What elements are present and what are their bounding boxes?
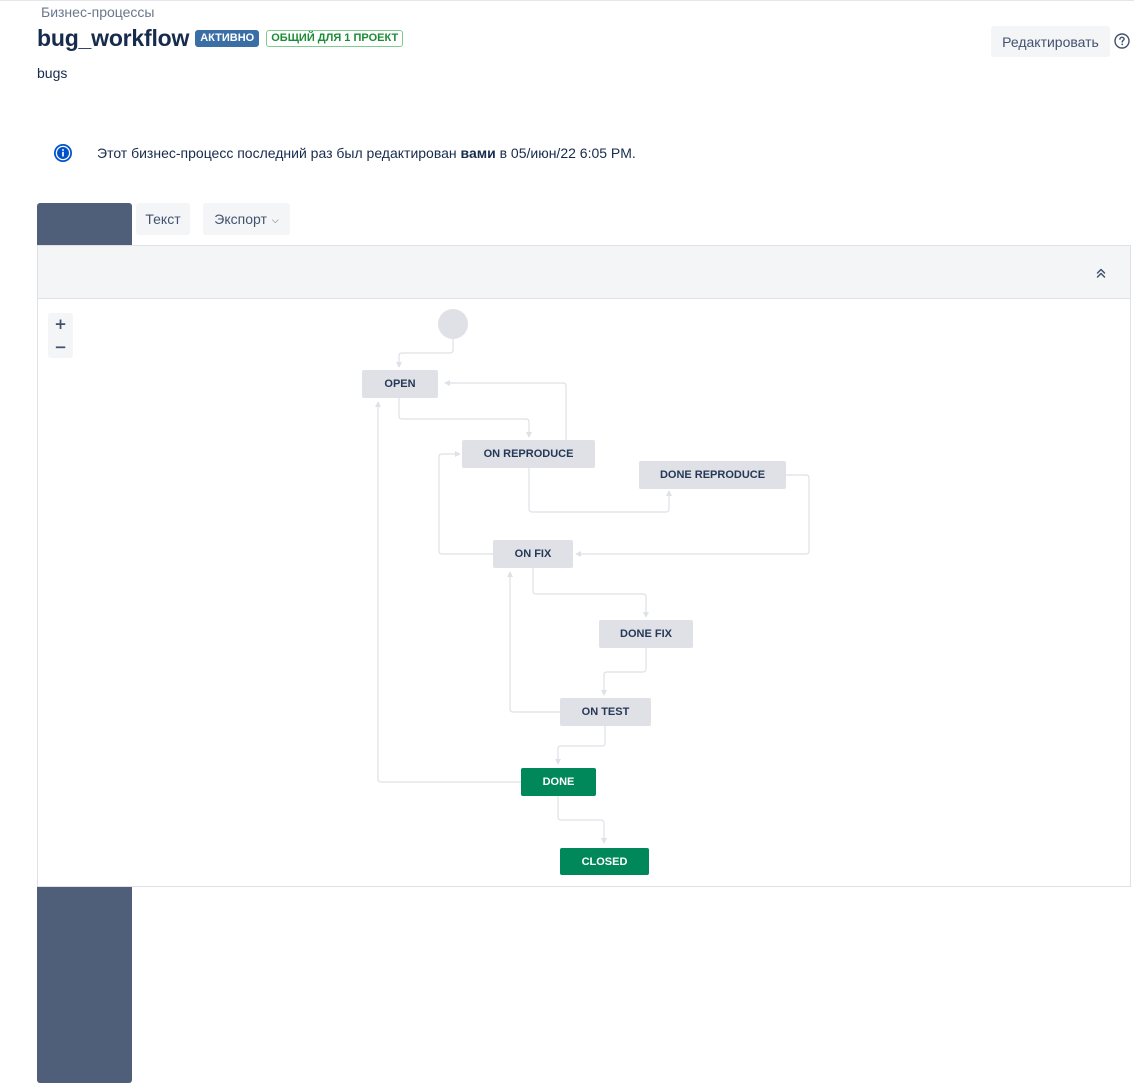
zoom-out-button[interactable]: − [48, 336, 73, 358]
status-node-on-reproduce[interactable]: ON REPRODUCE [462, 440, 595, 468]
tab-text[interactable]: Текст [136, 203, 190, 235]
diagram-toolbar [38, 246, 1130, 299]
page-title: bug_workflow [37, 25, 190, 51]
status-node-open[interactable]: OPEN [362, 370, 438, 398]
last-edited-message: Этот бизнес-процесс последний раз был ре… [97, 145, 636, 161]
top-divider [0, 0, 1134, 1]
shared-projects-badge[interactable]: ОБЩИЙ ДЛЯ 1 ПРОЕКТ [266, 30, 404, 47]
status-node-done-fix[interactable]: DONE FIX [599, 620, 693, 648]
workflow-start-node [438, 309, 468, 339]
status-node-closed[interactable]: CLOSED [560, 848, 649, 875]
last-edited-text: Этот бизнес-процесс последний раз был ре… [97, 145, 457, 161]
question-circle-icon[interactable] [1114, 33, 1130, 49]
chevron-down-icon: ⌵ [271, 215, 279, 225]
status-node-on-fix[interactable]: ON FIX [493, 540, 573, 568]
title-row: bug_workflow АКТИВНО ОБЩИЙ ДЛЯ 1 ПРОЕКТ [37, 25, 404, 52]
collapse-chevron-up-icon[interactable] [1093, 265, 1109, 281]
status-node-on-test[interactable]: ON TEST [560, 698, 651, 726]
edit-button[interactable]: Редактировать [991, 26, 1110, 57]
zoom-in-button[interactable]: + [48, 313, 73, 335]
workflow-description: bugs [37, 65, 68, 81]
status-node-done-reproduce[interactable]: DONE REPRODUCE [639, 461, 786, 489]
export-label: Экспорт [214, 211, 267, 227]
info-icon [53, 143, 73, 163]
last-edited-user: вами [460, 145, 496, 161]
last-edited-date: в 05/июн/22 6:05 PM. [499, 145, 636, 161]
export-dropdown-button[interactable]: Экспорт ⌵ [203, 203, 290, 235]
zoom-controls: + − [48, 313, 73, 358]
status-badge-active: АКТИВНО [195, 30, 260, 47]
breadcrumb-workflows[interactable]: Бизнес-процессы [41, 4, 154, 20]
status-node-done[interactable]: DONE [521, 768, 596, 796]
